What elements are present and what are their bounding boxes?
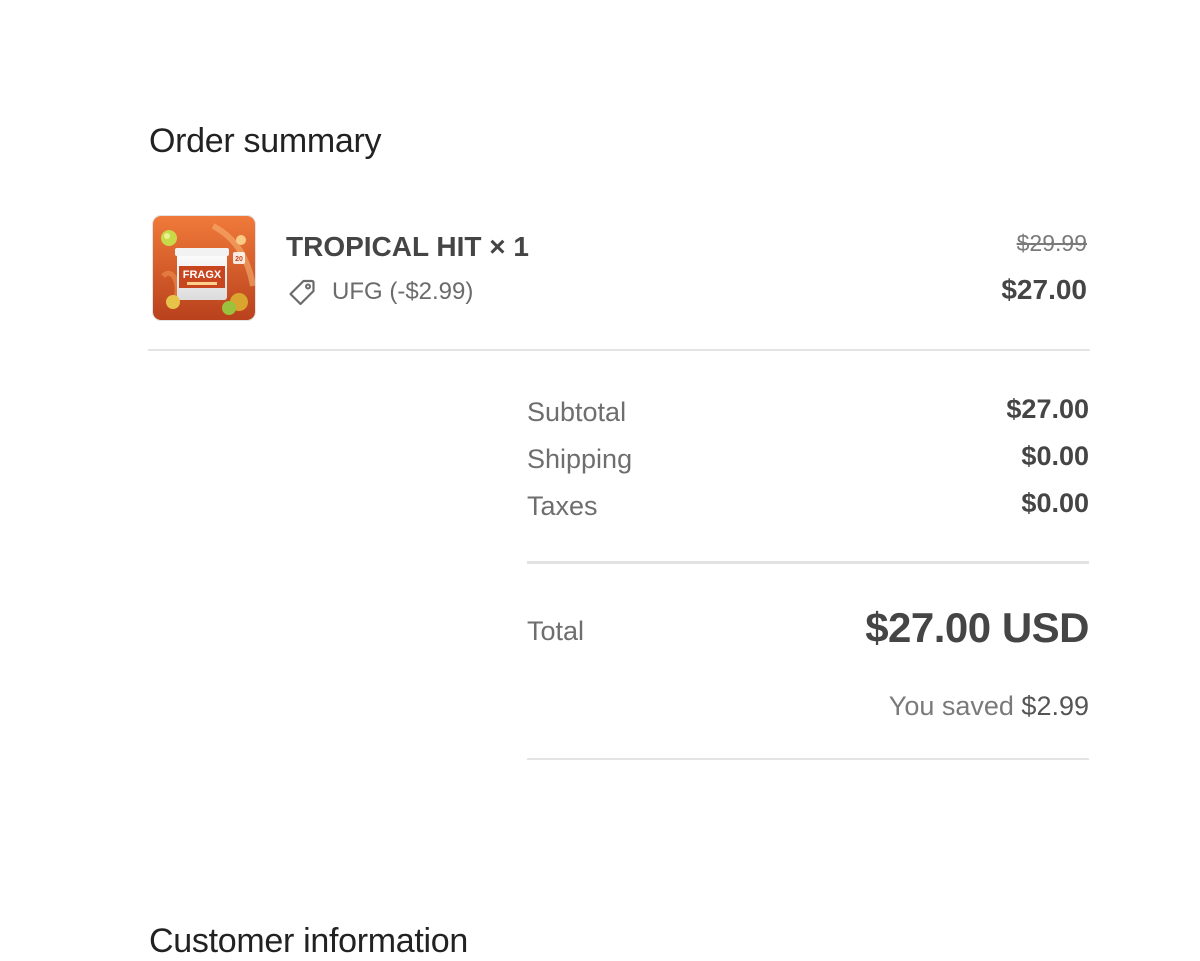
product-brand-label: FRAGX [183, 269, 222, 281]
savings-label: You saved [888, 691, 1022, 721]
shipping-label: Shipping [527, 444, 633, 474]
discount-code: UFG (-$2.99) [332, 278, 474, 305]
final-price: $27.00 [1001, 274, 1087, 305]
totals-divider [527, 561, 1089, 564]
tag-icon [287, 277, 317, 307]
summary-bottom-divider [527, 758, 1089, 760]
total-label: Total [527, 616, 585, 646]
order-summary-heading: Order summary [149, 122, 382, 160]
taxes-label: Taxes [527, 491, 598, 521]
customer-information-heading: Customer information [149, 922, 469, 960]
line-items-divider [148, 349, 1090, 351]
svg-text:20: 20 [235, 256, 243, 263]
total-value: $27.00 USD [865, 604, 1089, 651]
subtotal-value: $27.00 [1006, 394, 1089, 424]
shipping-value: $0.00 [1021, 441, 1089, 471]
discount-line: UFG (-$2.99) [287, 276, 473, 308]
taxes-value: $0.00 [1021, 488, 1089, 518]
subtotal-label: Subtotal [527, 397, 627, 427]
savings-line: You saved $2.99 [889, 691, 1089, 722]
product-thumbnail: FRAGX 20 [152, 215, 256, 321]
product-name: TROPICAL HIT × 1 [286, 231, 529, 262]
original-price: $29.99 [1016, 230, 1087, 256]
savings-amount: $2.99 [1021, 691, 1089, 721]
